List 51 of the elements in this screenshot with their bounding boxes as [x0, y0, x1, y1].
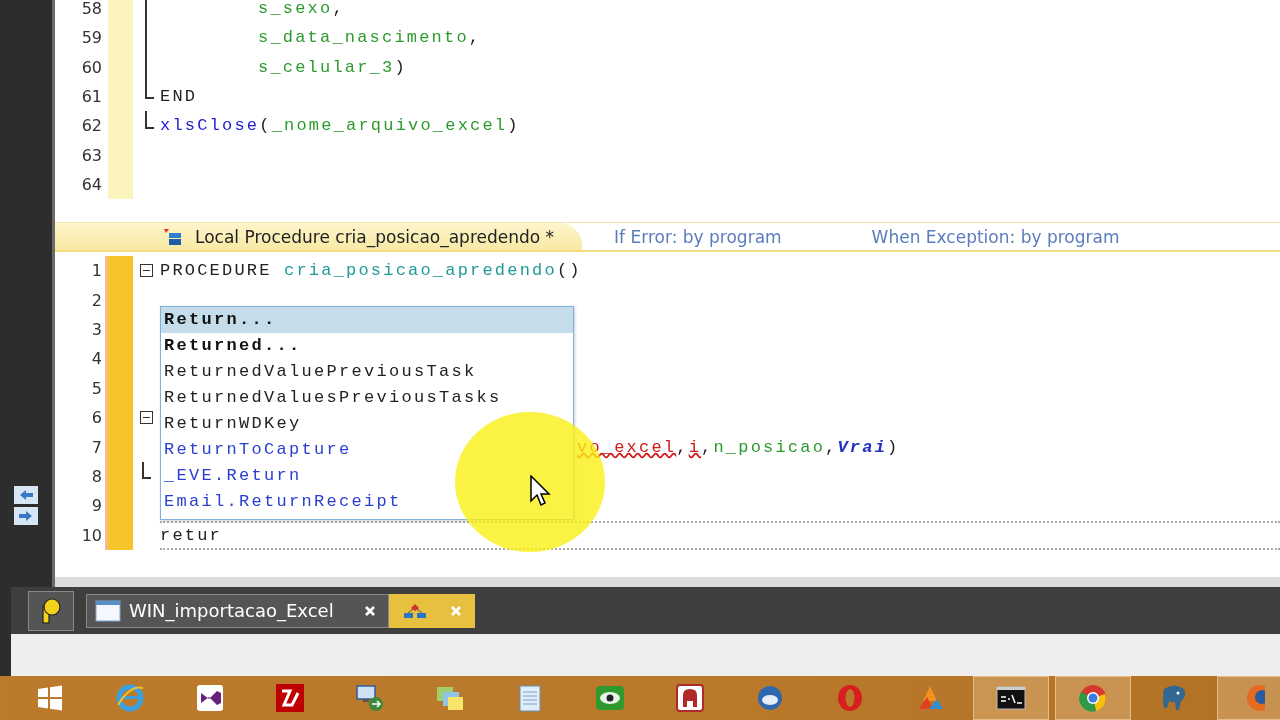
code-token: ): [887, 437, 900, 457]
code-token: ,: [701, 437, 714, 457]
code-token: Vrai: [837, 437, 888, 457]
line-number: 3: [90, 318, 103, 341]
code-token: ,: [825, 437, 838, 457]
code-token: ): [394, 57, 407, 77]
code-token: ,: [332, 0, 345, 19]
line-number: 64: [80, 173, 103, 196]
document-tab[interactable]: WIN_importacao_Excel: [86, 593, 389, 628]
line-number: 58: [80, 0, 103, 21]
code-token: ,: [676, 437, 689, 457]
line-number: 59: [80, 27, 103, 50]
if-error-setting[interactable]: If Error: by program: [614, 226, 782, 247]
line-number: 61: [80, 85, 103, 108]
code-token: xlsClose: [160, 116, 260, 136]
autocomplete-item[interactable]: Email.ReturnReceipt: [161, 489, 406, 515]
line-number: 9: [90, 495, 103, 518]
autocomplete-item[interactable]: ReturnToCapture: [161, 437, 356, 463]
code-token: PROCEDURE: [160, 261, 273, 281]
autocomplete-item[interactable]: ReturnedValuesPreviousTasks: [161, 385, 506, 411]
line-number: 4: [90, 348, 103, 371]
code-token: n_posicao: [713, 437, 826, 457]
line-number: 60: [80, 56, 103, 79]
autocomplete-item[interactable]: _EVE.Return: [161, 463, 306, 489]
line-number: 5: [90, 377, 103, 400]
line-number: 2: [90, 289, 103, 312]
line-number: 10: [80, 524, 103, 547]
code-token: ): [507, 116, 520, 136]
code-token: s_data_nascimento: [258, 28, 469, 48]
line-number: 62: [80, 115, 103, 138]
code-token: _nome_arquivo_excel: [271, 116, 508, 136]
code-token: END: [160, 86, 198, 106]
autocomplete-item[interactable]: ReturnWDKey: [161, 411, 306, 437]
procedure-tab[interactable]: Local Procedure cria_posicao_apredendo *: [55, 223, 583, 250]
line-number: 63: [80, 144, 103, 167]
line-number: 6: [90, 407, 103, 430]
line-number: 1: [90, 260, 103, 283]
line-number: 8: [90, 465, 103, 488]
code-token: ,: [468, 28, 482, 48]
autocomplete-item[interactable]: Return...: [161, 307, 573, 333]
code-token: cria_posicao_apredendo: [284, 261, 557, 281]
when-exception-setting[interactable]: When Exception: by program: [871, 226, 1120, 247]
code-token: (): [556, 261, 582, 281]
code-token: (: [259, 116, 272, 136]
line-number: 7: [90, 436, 103, 459]
autocomplete-item[interactable]: ReturnedValuePreviousTask: [161, 359, 481, 385]
autocomplete-item[interactable]: Returned...: [161, 333, 306, 359]
code-token: s_celular_3: [258, 57, 395, 77]
code-token: s_sexo: [258, 0, 333, 19]
code-token: retur: [160, 525, 222, 545]
code-token: i: [688, 437, 702, 457]
